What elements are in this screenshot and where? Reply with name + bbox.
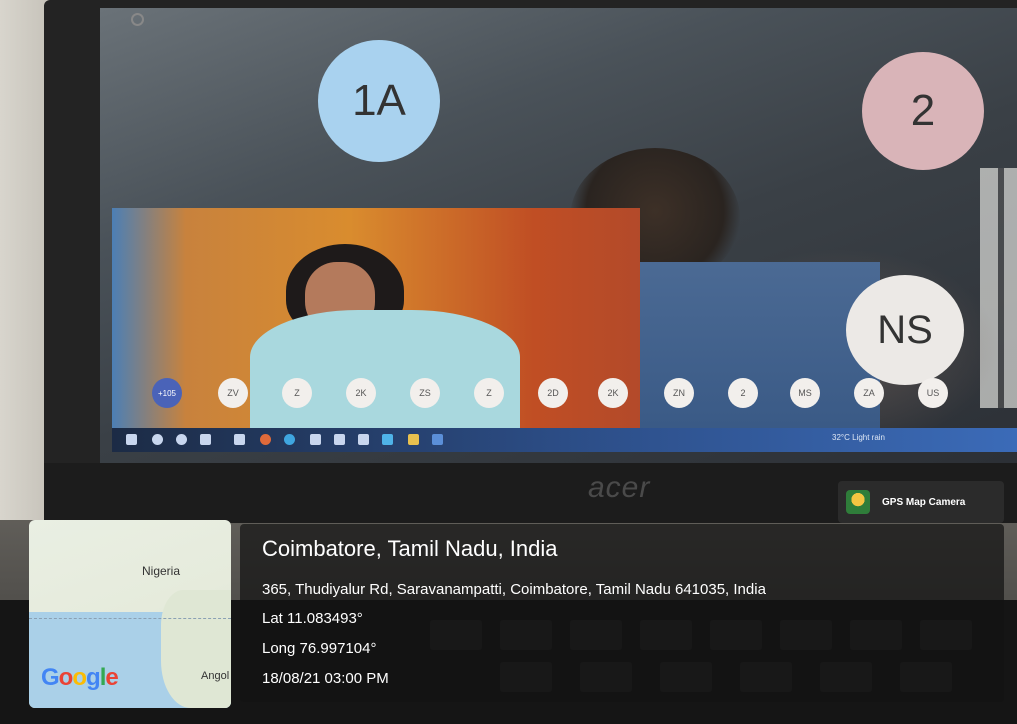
app-icon[interactable] (432, 434, 443, 445)
participant-bubble[interactable]: Z (282, 378, 312, 408)
location-title: Coimbatore, Tamil Nadu, India (262, 536, 558, 561)
start-icon[interactable] (126, 434, 137, 445)
presenter-body (250, 310, 520, 428)
app-icon[interactable] (334, 434, 345, 445)
map-label-nigeria: Nigeria (142, 564, 181, 578)
participant-tile-ns: NS (846, 275, 964, 385)
store-icon[interactable] (234, 434, 245, 445)
participant-bubble-more[interactable]: +105 (152, 378, 182, 408)
datetime-line: 18/08/21 03:00 PM (262, 670, 389, 687)
gps-map-camera-icon (846, 490, 870, 514)
gps-badge-label: GPS Map Camera (882, 496, 966, 508)
map-land (161, 590, 231, 708)
task-view-icon[interactable] (200, 434, 211, 445)
latitude-line: Lat 11.083493° (262, 610, 363, 627)
gps-map-camera-badge: GPS Map Camera (838, 481, 1004, 523)
app-icon[interactable] (358, 434, 369, 445)
brand-logo: acer (588, 471, 651, 504)
file-explorer-icon[interactable] (408, 434, 419, 445)
search-icon[interactable] (152, 434, 163, 445)
longitude-line: Long 76.997104° (262, 640, 377, 657)
participant-bubble[interactable]: MS (790, 378, 820, 408)
participant-tile-1a: 1A (318, 40, 440, 162)
weather-status[interactable]: 32°C Light rain (832, 433, 885, 442)
address-line: 365, Thudiyalur Rd, Saravanampatti, Coim… (262, 581, 766, 598)
google-logo: Google (41, 664, 119, 691)
participant-bubble[interactable]: ZS (410, 378, 440, 408)
cortana-icon[interactable] (176, 434, 187, 445)
app-icon[interactable] (310, 434, 321, 445)
map-thumbnail: Nigeria Angol Google (29, 520, 231, 708)
participant-bubble[interactable]: Z (474, 378, 504, 408)
participant-bubble[interactable]: 2 (728, 378, 758, 408)
participant-bubble[interactable]: ZA (854, 378, 884, 408)
participant-bubble[interactable]: 2K (598, 378, 628, 408)
map-equator-line (29, 618, 231, 619)
windows-taskbar: 32°C Light rain (112, 428, 1017, 452)
map-label-angola: Angol (201, 670, 230, 682)
participant-bubble[interactable]: 2K (346, 378, 376, 408)
participant-bubble[interactable]: US (918, 378, 948, 408)
participant-bubble[interactable]: ZV (218, 378, 248, 408)
participant-bubble-row: +105 ZV Z 2K ZS Z 2D 2K ZN 2 MS ZA US (152, 378, 982, 408)
participant-bubble[interactable]: 2D (538, 378, 568, 408)
app-icon[interactable] (382, 434, 393, 445)
edge-icon[interactable] (284, 434, 295, 445)
firefox-icon[interactable] (260, 434, 271, 445)
participant-tile-2: 2 (862, 52, 984, 170)
participant-bubble[interactable]: ZN (664, 378, 694, 408)
webcam-icon (131, 13, 144, 26)
